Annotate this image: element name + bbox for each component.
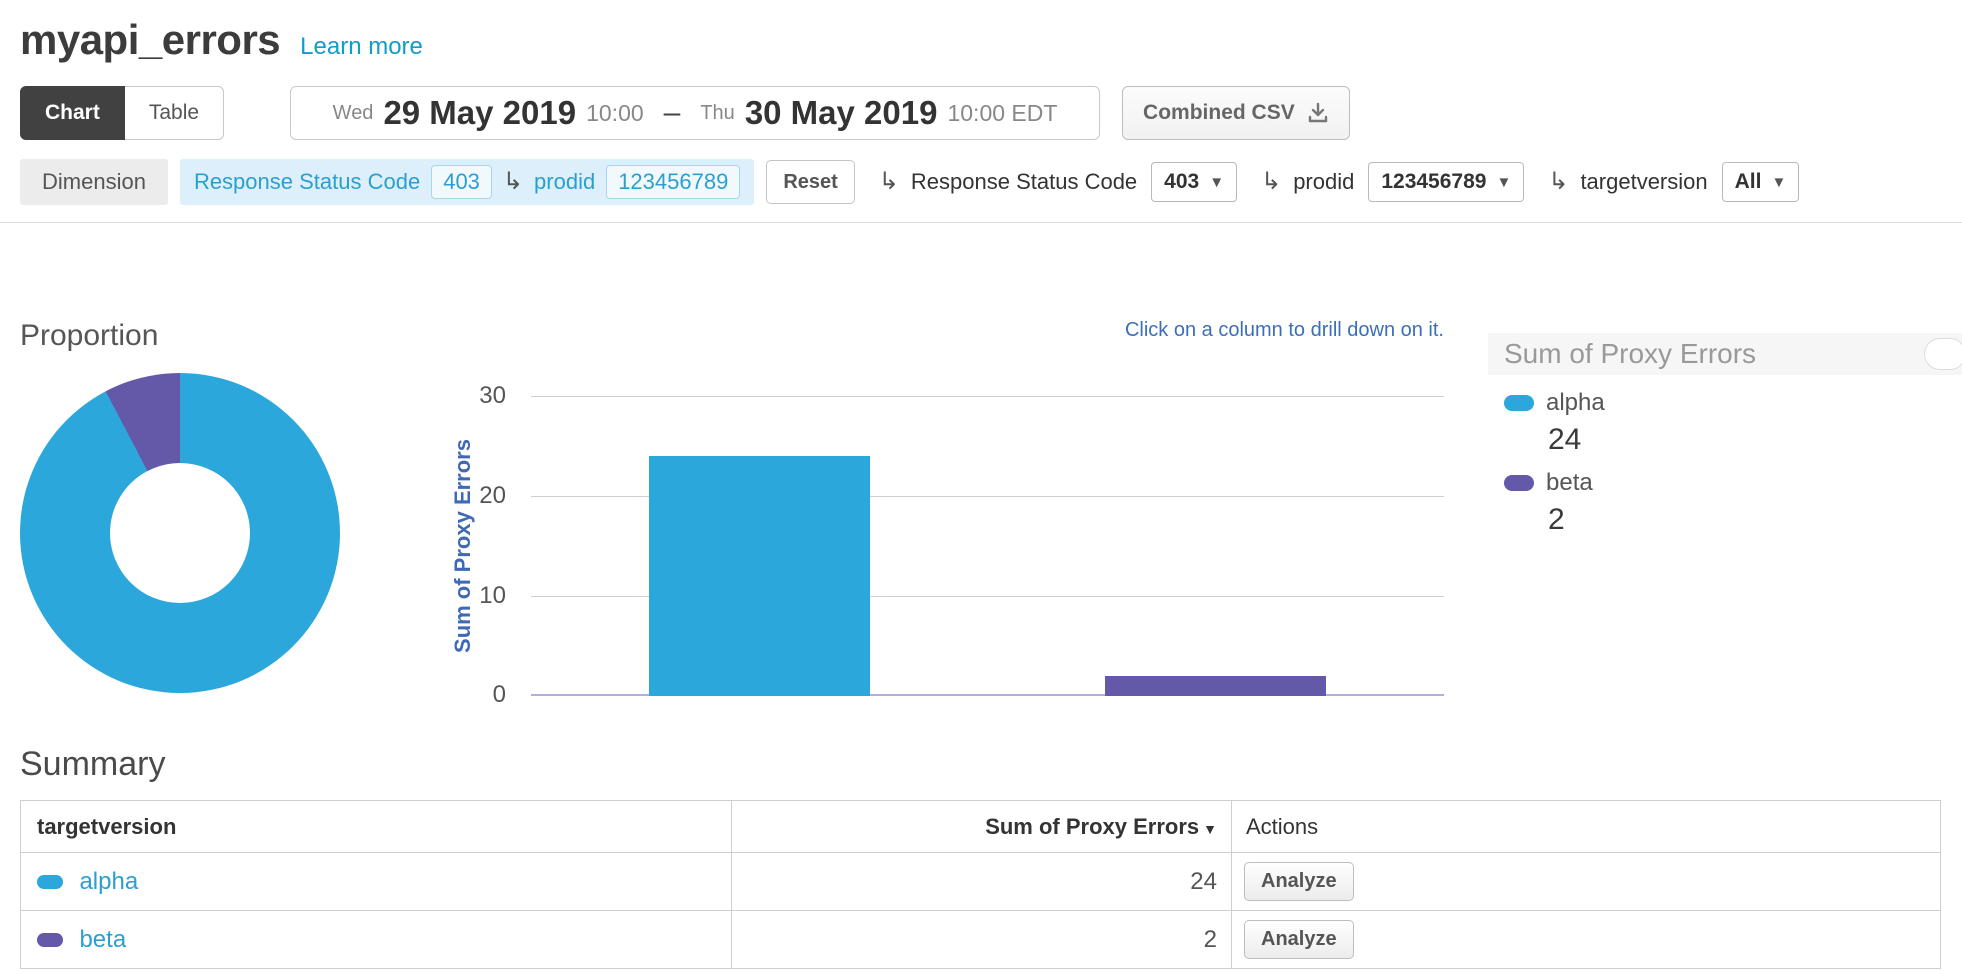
filter-dropdown-value: All — [1735, 170, 1762, 194]
reset-button[interactable]: Reset — [766, 160, 854, 204]
learn-more-link[interactable]: Learn more — [300, 33, 423, 61]
legend-title: Sum of Proxy Errors — [1504, 338, 1756, 370]
summary-table: targetversion Sum of Proxy Errors▼ Actio… — [20, 800, 1941, 969]
row-value: 24 — [732, 853, 1232, 911]
breadcrumb-label-1: Response Status Code — [194, 169, 420, 195]
legend-item-alpha[interactable]: alpha — [1504, 389, 1962, 417]
legend-header: Sum of Proxy Errors — [1488, 333, 1962, 375]
filter-dropdown-value: 403 — [1164, 170, 1199, 194]
filter-dropdown-targetversion[interactable]: All ▼ — [1722, 162, 1800, 202]
column-header-targetversion: targetversion — [21, 801, 732, 853]
filter-dropdown-status-code[interactable]: 403 ▼ — [1151, 162, 1237, 202]
toolbar: Chart Table Wed 29 May 2019 10:00 – Thu … — [20, 86, 1962, 140]
filter-group-status-code: ↳ Response Status Code 403 ▼ — [855, 162, 1237, 202]
y-axis-title: Sum of Proxy Errors — [446, 396, 480, 696]
bar-chart — [531, 396, 1444, 696]
tab-table[interactable]: Table — [125, 86, 224, 140]
tab-chart[interactable]: Chart — [20, 86, 125, 140]
filter-group-prodid: ↳ prodid 123456789 ▼ — [1237, 162, 1524, 202]
proportion-title: Proportion — [20, 319, 158, 353]
beta-swatch — [1504, 475, 1534, 491]
drilldown-breadcrumb: Response Status Code 403 ↳ prodid 123456… — [180, 159, 754, 205]
legend-item-beta[interactable]: beta — [1504, 469, 1962, 497]
column-header-metric-sort[interactable]: Sum of Proxy Errors▼ — [732, 801, 1232, 853]
legend-item-label: alpha — [1546, 389, 1605, 417]
row-link-beta[interactable]: beta — [79, 926, 126, 953]
drilldown-arrow-icon: ↳ — [503, 170, 523, 194]
analyze-button[interactable]: Analyze — [1244, 920, 1354, 959]
end-date: 30 May 2019 — [745, 94, 938, 132]
alpha-swatch — [37, 875, 63, 889]
csv-button-label: Combined CSV — [1143, 101, 1295, 125]
filter-group-targetversion: ↳ targetversion All ▼ — [1524, 162, 1799, 202]
legend-overflow-pill[interactable] — [1924, 338, 1962, 370]
donut-chart[interactable] — [20, 373, 340, 693]
filter-bar: Dimension Response Status Code 403 ↳ pro… — [20, 158, 1962, 206]
filter-label: targetversion — [1580, 169, 1707, 195]
download-icon — [1307, 102, 1329, 124]
filter-label: prodid — [1293, 169, 1354, 195]
legend-item-value: 2 — [1548, 503, 1962, 537]
combined-csv-button[interactable]: Combined CSV — [1122, 86, 1350, 140]
drilldown-hint: Click on a column to drill down on it. — [1125, 319, 1444, 342]
chevron-down-icon: ▼ — [1496, 174, 1511, 191]
drilldown-arrow-icon: ↳ — [1261, 170, 1281, 194]
start-day: Wed — [333, 102, 374, 125]
report-page: myapi_errors Learn more Chart Table Wed … — [0, 0, 1962, 976]
start-date: 29 May 2019 — [383, 94, 576, 132]
start-time: 10:00 — [586, 100, 644, 127]
gridline — [531, 396, 1444, 397]
table-row: beta 2 Analyze — [21, 911, 1941, 969]
column-header-metric-label: Sum of Proxy Errors — [985, 814, 1199, 839]
dimension-label: Dimension — [20, 159, 168, 205]
chart-legend: Sum of Proxy Errors alpha 24 beta 2 — [1488, 333, 1962, 549]
legend-item-label: beta — [1546, 469, 1593, 497]
chart-section: Proportion Click on a column to drill do… — [0, 223, 1962, 735]
end-day: Thu — [700, 102, 734, 125]
donut-hole — [110, 463, 250, 603]
legend-item-value: 24 — [1548, 423, 1962, 457]
breadcrumb-label-2: prodid — [534, 169, 595, 195]
filter-dropdown-value: 123456789 — [1381, 170, 1486, 194]
table-header-row: targetversion Sum of Proxy Errors▼ Actio… — [21, 801, 1941, 853]
table-row: alpha 24 Analyze — [21, 853, 1941, 911]
sort-desc-icon: ▼ — [1203, 821, 1217, 837]
date-range-dash: – — [664, 96, 681, 130]
filter-label: Response Status Code — [911, 169, 1137, 195]
row-value: 2 — [732, 911, 1232, 969]
drilldown-arrow-icon: ↳ — [879, 170, 899, 194]
analyze-button[interactable]: Analyze — [1244, 862, 1354, 901]
drilldown-arrow-icon: ↳ — [1548, 170, 1568, 194]
alpha-swatch — [1504, 395, 1534, 411]
view-toggle: Chart Table — [20, 86, 224, 140]
page-title: myapi_errors — [20, 16, 280, 64]
beta-swatch — [37, 933, 63, 947]
chevron-down-icon: ▼ — [1771, 174, 1786, 191]
breadcrumb-chip-2[interactable]: 123456789 — [606, 165, 740, 199]
breadcrumb-chip-1[interactable]: 403 — [431, 165, 492, 199]
legend-items: alpha 24 beta 2 — [1488, 375, 1962, 537]
bar[interactable] — [1105, 676, 1326, 696]
header: myapi_errors Learn more — [0, 0, 1962, 64]
bar[interactable] — [649, 456, 870, 696]
end-time: 10:00 EDT — [947, 100, 1057, 127]
date-range-picker[interactable]: Wed 29 May 2019 10:00 – Thu 30 May 2019 … — [290, 86, 1100, 140]
chevron-down-icon: ▼ — [1209, 174, 1224, 191]
row-link-alpha[interactable]: alpha — [79, 868, 138, 895]
summary-title: Summary — [20, 745, 1962, 784]
column-header-actions: Actions — [1232, 801, 1941, 853]
filter-dropdown-prodid[interactable]: 123456789 ▼ — [1368, 162, 1524, 202]
